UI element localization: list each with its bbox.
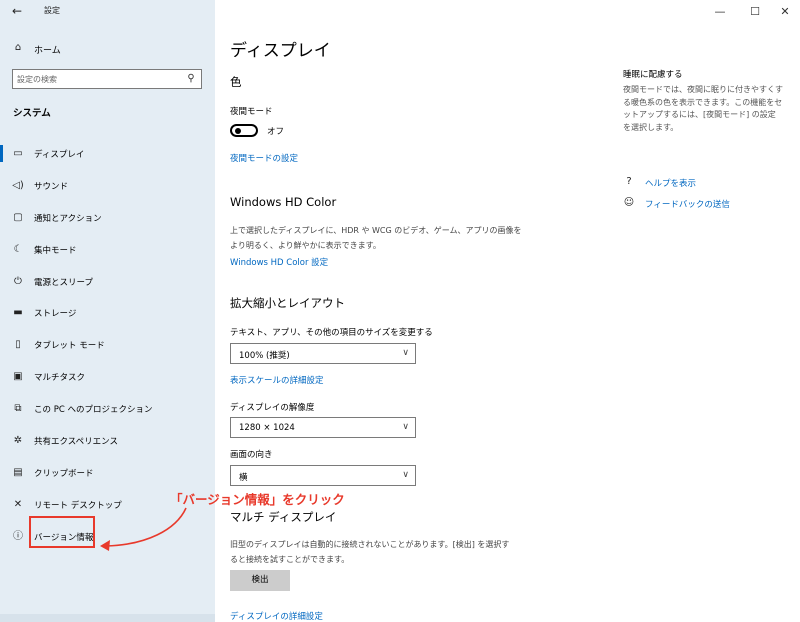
feedback-link[interactable]: ☺ フィードバックの送信: [623, 197, 783, 211]
storage-icon: ▬: [13, 307, 23, 319]
sidebar-item-home[interactable]: ⌂ ホーム: [0, 37, 215, 59]
orientation-label: 画面の向き: [230, 450, 273, 460]
hdr-settings-link[interactable]: Windows HD Color 設定: [230, 256, 328, 268]
sidebar-item-label: ディスプレイ: [34, 150, 85, 160]
sidebar-item-display[interactable]: ▭ ディスプレイ: [0, 138, 215, 170]
clipboard-icon: ▤: [13, 466, 23, 478]
sidebar-item-label: クリップボード: [34, 468, 94, 479]
sidebar-item-label: 集中モード: [34, 245, 77, 256]
sidebar-item-label: サウンド: [34, 181, 69, 192]
title-bar: ← 設定: [0, 0, 215, 24]
night-mode-state: オフ: [267, 127, 285, 137]
share-icon: ✲: [13, 435, 23, 447]
resolution-dropdown[interactable]: 1280 × 1024 ∨: [230, 417, 416, 438]
scale-heading: 拡大縮小とレイアウト: [230, 296, 345, 310]
sidebar-item-label: この PC へのプロジェクション: [34, 405, 153, 416]
night-mode-label: 夜間モード: [230, 107, 273, 117]
callout-arrow-icon: [100, 507, 187, 551]
monitor-icon: ▭: [13, 148, 23, 159]
home-label: ホーム: [34, 46, 61, 56]
orientation-dropdown[interactable]: 横 ∨: [230, 465, 416, 486]
chevron-down-icon: ∨: [402, 348, 409, 358]
resolution-label: ディスプレイの解像度: [230, 403, 315, 413]
sidebar-item-focus[interactable]: ☾ 集中モード: [0, 234, 215, 266]
advanced-display-link[interactable]: ディスプレイの詳細設定: [230, 610, 323, 622]
notification-icon: ▢: [13, 211, 23, 223]
power-icon: ⏻: [14, 275, 22, 287]
related-panel: 睡眠に配慮する 夜間モードでは、夜間に眠りに付きやすくする暖色系の色を表示できま…: [623, 0, 793, 622]
moon-icon: ☾: [13, 243, 23, 255]
search-box[interactable]: ⚲: [12, 69, 202, 89]
sidebar-item-sound[interactable]: ◁) サウンド: [0, 170, 215, 202]
sidebar-item-multitask[interactable]: ▣ マルチタスク: [0, 361, 215, 393]
help-icon: ?: [626, 176, 632, 187]
sidebar-item-tablet[interactable]: ▯ タブレット モード: [0, 329, 215, 361]
sidebar-item-shared-experiences[interactable]: ✲ 共有エクスペリエンス: [0, 425, 215, 457]
help-link-label: ヘルプを表示: [645, 179, 697, 189]
search-input[interactable]: [17, 72, 177, 86]
resolution-value: 1280 × 1024: [239, 423, 295, 433]
advanced-scaling-link[interactable]: 表示スケールの詳細設定: [230, 374, 324, 386]
sidebar-item-label: マルチタスク: [34, 373, 86, 384]
search-icon[interactable]: ⚲: [185, 73, 197, 85]
chevron-down-icon: ∨: [402, 422, 409, 432]
settings-window: ← 設定 ⌂ ホーム ⚲ システム ▭ ディスプレイ ◁) サウンド ▢ 通知と…: [0, 0, 800, 622]
info-icon: ⓘ: [13, 530, 23, 542]
night-mode-settings-link[interactable]: 夜間モードの設定: [230, 152, 298, 164]
scale-label: テキスト、アプリ、その他の項目のサイズを変更する: [230, 328, 433, 338]
sidebar-item-label: ストレージ: [34, 309, 77, 320]
sidebar-item-label: 共有エクスペリエンス: [34, 437, 118, 448]
color-heading: 色: [230, 75, 242, 89]
multi-display-description: 旧型のディスプレイは自動的に接続されないことがあります。[検出] を選択す ると…: [230, 540, 510, 564]
night-mode-toggle[interactable]: [230, 124, 258, 137]
sidebar-bottom-edge: [0, 614, 215, 622]
related-title: 睡眠に配慮する: [623, 70, 683, 80]
sidebar-item-projection[interactable]: ⧉ この PC へのプロジェクション: [0, 393, 215, 425]
feedback-link-label: フィードバックの送信: [645, 200, 730, 210]
home-icon: ⌂: [14, 42, 22, 53]
sidebar-item-power[interactable]: ⏻ 電源とスリープ: [0, 266, 215, 298]
help-link[interactable]: ? ヘルプを表示: [623, 176, 783, 190]
sidebar-item-notifications[interactable]: ▢ 通知とアクション: [0, 202, 215, 234]
speaker-icon: ◁): [12, 179, 24, 191]
chevron-down-icon: ∨: [402, 470, 409, 480]
sidebar-item-label: 通知とアクション: [34, 213, 102, 224]
main-content: ディスプレイ 色 夜間モード オフ 夜間モードの設定 Windows HD Co…: [230, 0, 590, 622]
detect-button[interactable]: 検出: [230, 570, 290, 591]
section-title: システム: [13, 108, 51, 119]
page-title: ディスプレイ: [230, 41, 331, 61]
scale-dropdown[interactable]: 100% (推奨) ∨: [230, 343, 416, 364]
window-title: 設定: [44, 6, 60, 15]
multi-display-heading: マルチ ディスプレイ: [230, 510, 337, 524]
projection-icon: ⧉: [14, 403, 22, 415]
back-arrow-icon[interactable]: ←: [8, 3, 26, 19]
sidebar-item-label: タブレット モード: [34, 341, 105, 352]
sidebar-item-label: 電源とスリープ: [34, 277, 93, 288]
sidebar-item-storage[interactable]: ▬ ストレージ: [0, 297, 215, 329]
highlight-box: [29, 516, 95, 548]
remote-icon: ✕: [13, 498, 23, 510]
tablet-icon: ▯: [15, 339, 21, 351]
feedback-icon: ☺: [623, 197, 635, 208]
toggle-knob: [235, 128, 241, 134]
related-description: 夜間モードでは、夜間に眠りに付きやすくする暖色系の色を表示できます。この機能をセ…: [623, 85, 783, 132]
scale-value: 100% (推奨): [239, 351, 290, 361]
multitask-icon: ▣: [13, 371, 23, 383]
sidebar-item-clipboard[interactable]: ▤ クリップボード: [0, 457, 215, 489]
hdr-heading: Windows HD Color: [230, 195, 337, 209]
hdr-description: 上で選択したディスプレイに、HDR や WCG のビデオ、ゲーム、アプリの画像を…: [230, 226, 522, 250]
orientation-value: 横: [239, 473, 248, 483]
